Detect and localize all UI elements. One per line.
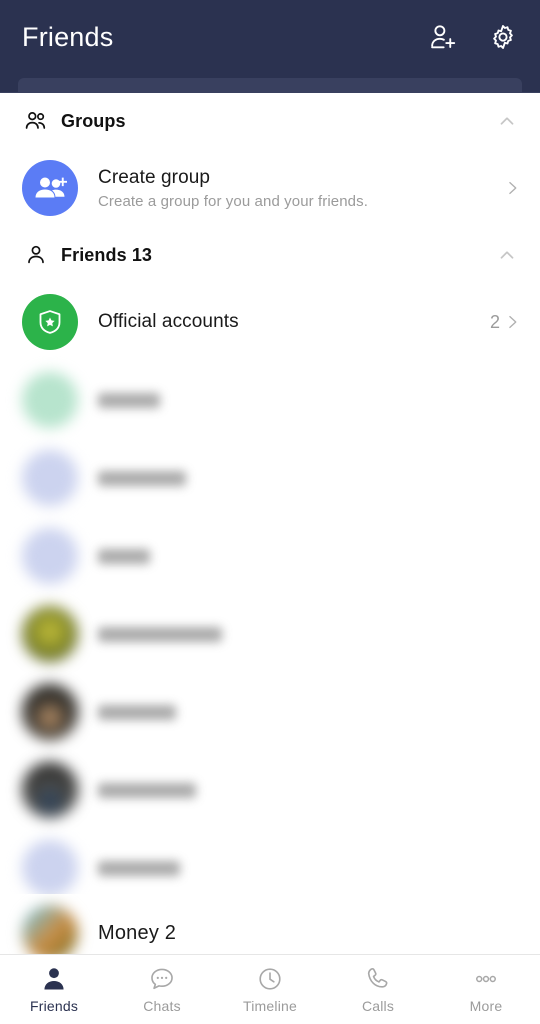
friend-name — [98, 860, 180, 876]
avatar — [22, 905, 78, 954]
chevron-up-icon[interactable] — [496, 110, 518, 132]
group-add-icon — [22, 160, 78, 216]
friend-name-redacted — [98, 626, 522, 642]
more-dots-icon — [472, 965, 500, 993]
section-label-friends: Friends 13 — [61, 244, 153, 265]
list-item[interactable] — [0, 517, 540, 595]
tab-chats[interactable]: Chats — [108, 955, 216, 1024]
search-input[interactable] — [18, 78, 522, 93]
create-group-subtitle: Create a group for you and your friends. — [98, 192, 368, 210]
friends-scroll-area[interactable]: Groups Create group Create a group for y… — [0, 93, 540, 954]
avatar — [22, 528, 78, 584]
header-actions — [428, 22, 518, 52]
list-item-create-group[interactable]: Create group Create a group for you and … — [0, 149, 540, 227]
bottom-tab-bar: Friends Chats Timeline Calls More — [0, 954, 540, 1024]
chevron-up-icon[interactable] — [496, 244, 518, 266]
tab-label-timeline: Timeline — [243, 998, 297, 1014]
tab-label-more: More — [469, 998, 503, 1014]
section-header-groups[interactable]: Groups — [0, 93, 540, 149]
friend-name-redacted — [98, 548, 522, 564]
person-add-icon[interactable] — [428, 22, 458, 52]
tab-more[interactable]: More — [432, 955, 540, 1024]
list-item[interactable] — [0, 673, 540, 751]
friend-name — [98, 704, 176, 720]
friends-screen: Friends Groups Create group Create a gro… — [0, 0, 540, 1024]
tab-friends[interactable]: Friends — [0, 955, 108, 1024]
phone-icon — [364, 965, 392, 993]
create-group-title: Create group — [98, 167, 211, 189]
tab-label-calls: Calls — [361, 998, 395, 1014]
official-accounts-text: Official accounts — [98, 310, 490, 334]
list-item[interactable] — [0, 361, 540, 439]
avatar — [22, 762, 78, 818]
friend-name — [98, 626, 222, 642]
app-header: Friends — [0, 0, 540, 93]
clock-icon — [256, 965, 284, 993]
list-item[interactable]: Money 2 — [0, 894, 540, 954]
list-item[interactable] — [0, 439, 540, 517]
friend-name-redacted — [98, 470, 522, 486]
tab-calls[interactable]: Calls — [324, 955, 432, 1024]
create-group-text: Create group Create a group for you and … — [98, 166, 502, 210]
tab-timeline[interactable]: Timeline — [216, 955, 324, 1024]
list-item-official-accounts[interactable]: Official accounts 2 — [0, 283, 540, 361]
official-accounts-accessory[interactable]: 2 — [490, 312, 522, 333]
avatar — [22, 450, 78, 506]
tab-label-chats: Chats — [143, 998, 181, 1014]
avatar — [22, 684, 78, 740]
person-icon — [24, 243, 48, 267]
two-people-icon — [24, 109, 48, 133]
shield-star-icon — [22, 294, 78, 350]
official-accounts-title: Official accounts — [98, 311, 239, 333]
header-top-bar: Friends — [0, 0, 540, 74]
list-item[interactable] — [0, 751, 540, 829]
friend-name — [98, 548, 150, 564]
friend-name: Money 2 — [98, 921, 177, 944]
tab-label-friends: Friends — [29, 998, 79, 1014]
friend-name-redacted — [98, 860, 522, 876]
friend-name-redacted — [98, 704, 522, 720]
section-header-friends[interactable]: Friends 13 — [0, 227, 540, 283]
create-group-accessory[interactable] — [502, 178, 522, 198]
avatar — [22, 606, 78, 662]
person-filled-icon — [40, 965, 68, 993]
section-label-groups: Groups — [61, 110, 126, 131]
gear-icon[interactable] — [488, 22, 518, 52]
page-title: Friends — [22, 21, 114, 52]
friend-name-redacted — [98, 782, 522, 798]
avatar — [22, 372, 78, 428]
official-accounts-count: 2 — [489, 311, 500, 332]
friend-name — [98, 470, 186, 486]
avatar — [22, 840, 78, 896]
friend-name — [98, 782, 196, 798]
friend-name-redacted — [98, 392, 522, 408]
list-item[interactable] — [0, 595, 540, 673]
friend-name — [98, 392, 160, 408]
chat-bubble-icon — [148, 965, 176, 993]
